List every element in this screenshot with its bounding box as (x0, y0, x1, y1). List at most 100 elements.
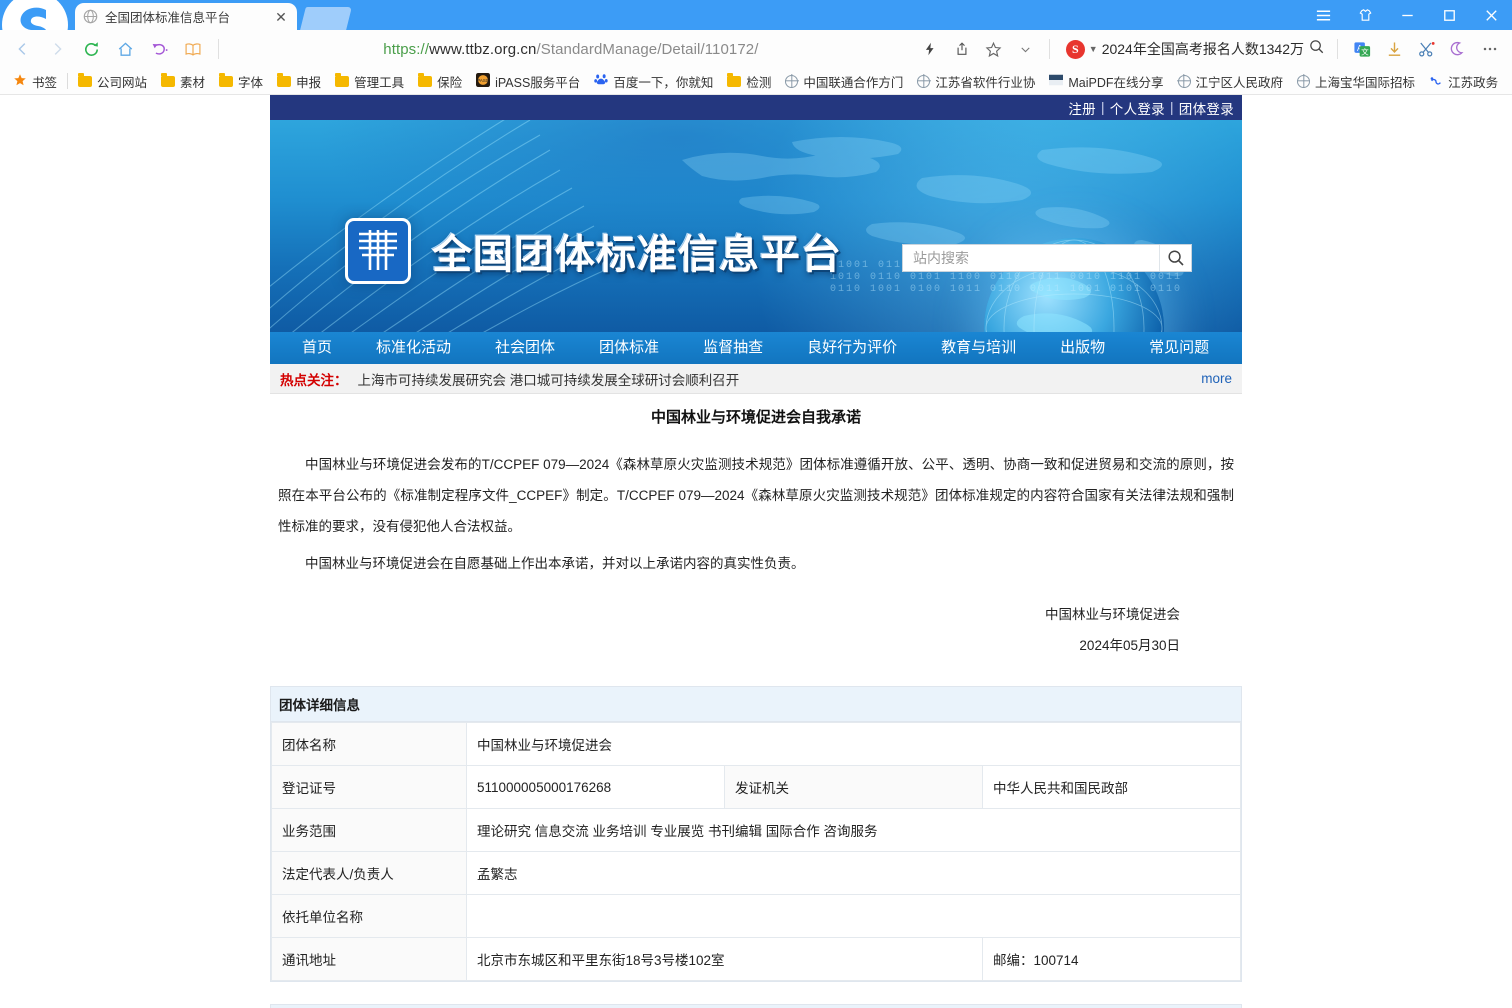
new-tab-button[interactable] (300, 7, 352, 30)
chevron-down-icon[interactable] (1011, 34, 1041, 64)
nav-item-good-behavior-evaluation[interactable]: 良好行为评价 (785, 332, 919, 364)
table-row: 团体名称 中国林业与环境促进会 (272, 723, 1241, 766)
bookmark-item[interactable]: 书签 (6, 70, 64, 92)
bookmark-label: 素材 (180, 72, 205, 91)
personal-login-link[interactable]: 个人登录 (1110, 98, 1165, 118)
book-icon[interactable] (176, 34, 210, 64)
bookmark-item[interactable]: 中国联通合作方门 (778, 70, 910, 92)
bookmark-item[interactable]: 管理工具 (328, 70, 411, 92)
register-link[interactable]: 注册 (1068, 98, 1096, 118)
table-cell-key: 法定代表人/负责人 (272, 852, 467, 895)
search-icon[interactable] (1159, 245, 1191, 271)
window-controls (1302, 0, 1512, 30)
menu-icon[interactable] (1302, 0, 1344, 30)
table-row: 依托单位名称 (272, 895, 1241, 938)
nav-item-group-standards[interactable]: 团体标准 (577, 332, 681, 364)
page-title: 中国林业与环境促进会自我承诺 (270, 394, 1242, 449)
browser-window: 全国团体标准信息平台 ✕ (0, 0, 1512, 1008)
bookmark-item[interactable]: 江苏政务 (1422, 70, 1505, 92)
moon-icon[interactable] (1442, 34, 1474, 64)
search-icon[interactable] (1308, 38, 1325, 60)
nav-item-home[interactable]: 首页 (280, 332, 354, 364)
table-row: 法定代表人/负责人 孟繁志 (272, 852, 1241, 895)
bookmark-item[interactable]: MaiPDF在线分享 (1042, 70, 1170, 92)
chevron-down-icon[interactable]: ▼ (1089, 44, 1098, 54)
bookmark-item[interactable]: 字体 (212, 70, 270, 92)
table-cell-postcode: 邮编：100714 (983, 938, 1241, 981)
bookmark-item[interactable]: 江苏省软件行业协 (910, 70, 1042, 92)
bookmark-item[interactable]: 申报 (270, 70, 328, 92)
table-cell-key: 业务范围 (272, 809, 467, 852)
nav-item-social-groups[interactable]: 社会团体 (473, 332, 577, 364)
bookmark-label: 江苏政务 (1448, 72, 1498, 91)
table-cell-value: 北京市东城区和平里东街18号3号楼102室 (467, 938, 983, 981)
table-row: 通讯地址 北京市东城区和平里东街18号3号楼102室 邮编：100714 (272, 938, 1241, 981)
close-icon[interactable] (1470, 0, 1512, 30)
download-icon[interactable] (1378, 34, 1410, 64)
table-cell-key: 依托单位名称 (272, 895, 467, 938)
star-icon (13, 73, 27, 90)
reload-icon[interactable] (74, 34, 108, 64)
bookmark-item[interactable]: 检测 (720, 70, 778, 92)
svg-text:文: 文 (1361, 46, 1369, 56)
lightning-icon[interactable] (915, 34, 945, 64)
table-cell-value: 中国林业与环境促进会 (467, 723, 1241, 766)
nav-item-publications[interactable]: 出版物 (1038, 332, 1127, 364)
hot-topics-text[interactable]: 上海市可持续发展研究会 港口城可持续发展全球研讨会顺利召开 (358, 369, 1202, 389)
bookmark-label: 管理工具 (354, 72, 404, 91)
hot-topics-more-link[interactable]: more (1201, 371, 1232, 386)
maipdf-icon (1049, 73, 1063, 90)
globe-icon (1297, 75, 1310, 88)
url-input[interactable]: https://www.ttbz.org.cn/StandardManage/D… (227, 35, 915, 63)
bookmark-divider (67, 73, 68, 89)
topbar-separator-2: | (1170, 100, 1174, 115)
browser-tab-active[interactable]: 全国团体标准信息平台 ✕ (75, 3, 297, 30)
forward-icon[interactable] (40, 34, 74, 64)
maximize-icon[interactable] (1428, 0, 1470, 30)
folder-icon (277, 76, 291, 87)
table-cell-key: 登记证号 (272, 766, 467, 809)
bookmark-item[interactable]: 保险 (411, 70, 469, 92)
bookmark-item[interactable]: 公司网站 (71, 70, 154, 92)
document-signature: 中国林业与环境促进会 (270, 585, 1242, 623)
minimize-icon[interactable] (1386, 0, 1428, 30)
bookmark-star-icon[interactable] (979, 34, 1009, 64)
toolbar-divider (218, 39, 219, 59)
jszw-icon (1429, 73, 1443, 90)
more-icon[interactable] (1474, 34, 1506, 64)
table-row: 业务范围 理论研究 信息交流 业务培训 专业展览 书刊编辑 国际合作 咨询服务 (272, 809, 1241, 852)
scissors-icon[interactable] (1410, 34, 1442, 64)
translate-icon[interactable]: A文 (1346, 34, 1378, 64)
globe-icon (1178, 75, 1191, 88)
bookmark-label: 公司网站 (97, 72, 147, 91)
bookmark-item[interactable]: 上海宝华国际招标 (1290, 70, 1422, 92)
bookmark-label: 检测 (746, 72, 771, 91)
back-icon[interactable] (6, 34, 40, 64)
bookmark-item[interactable]: 百度一下，你就知 (587, 70, 720, 92)
search-engine-icon[interactable]: S (1066, 40, 1085, 59)
skin-icon[interactable] (1344, 0, 1386, 30)
bookmark-item[interactable]: 江宁区人民政府 (1171, 70, 1291, 92)
document-date: 2024年05月30日 (270, 623, 1242, 654)
bookmark-item[interactable]: 素材 (154, 70, 212, 92)
table-cell-value (467, 895, 1241, 938)
undo-icon[interactable] (142, 34, 176, 64)
nav-item-standardization-activity[interactable]: 标准化活动 (354, 332, 473, 364)
group-login-link[interactable]: 团体登录 (1179, 98, 1234, 118)
nav-item-education-training[interactable]: 教育与培训 (919, 332, 1038, 364)
url-text: https://www.ttbz.org.cn/StandardManage/D… (227, 41, 915, 58)
page-container: 注册 | 个人登录 | 团体登录 (270, 95, 1242, 1008)
bookmark-label: 江宁区人民政府 (1196, 72, 1284, 91)
document-paragraph: 中国林业与环境促进会发布的T/CCPEF 079—2024《森林草原火灾监测技术… (270, 449, 1242, 542)
close-icon[interactable]: ✕ (273, 10, 289, 24)
site-search[interactable] (902, 244, 1192, 272)
nav-item-supervision-inspection[interactable]: 监督抽查 (681, 332, 785, 364)
site-search-input[interactable] (903, 245, 1159, 271)
share-icon[interactable] (947, 34, 977, 64)
bookmark-item[interactable]: PASS iPASS服务平台 (469, 70, 587, 92)
url-host: www.ttbz.org.cn (429, 41, 536, 58)
search-input[interactable]: S ▼ 2024年全国高考报名人数1342万 (1062, 35, 1329, 63)
baidu-icon (594, 73, 608, 90)
home-icon[interactable] (108, 34, 142, 64)
nav-item-faq[interactable]: 常见问题 (1127, 332, 1231, 364)
